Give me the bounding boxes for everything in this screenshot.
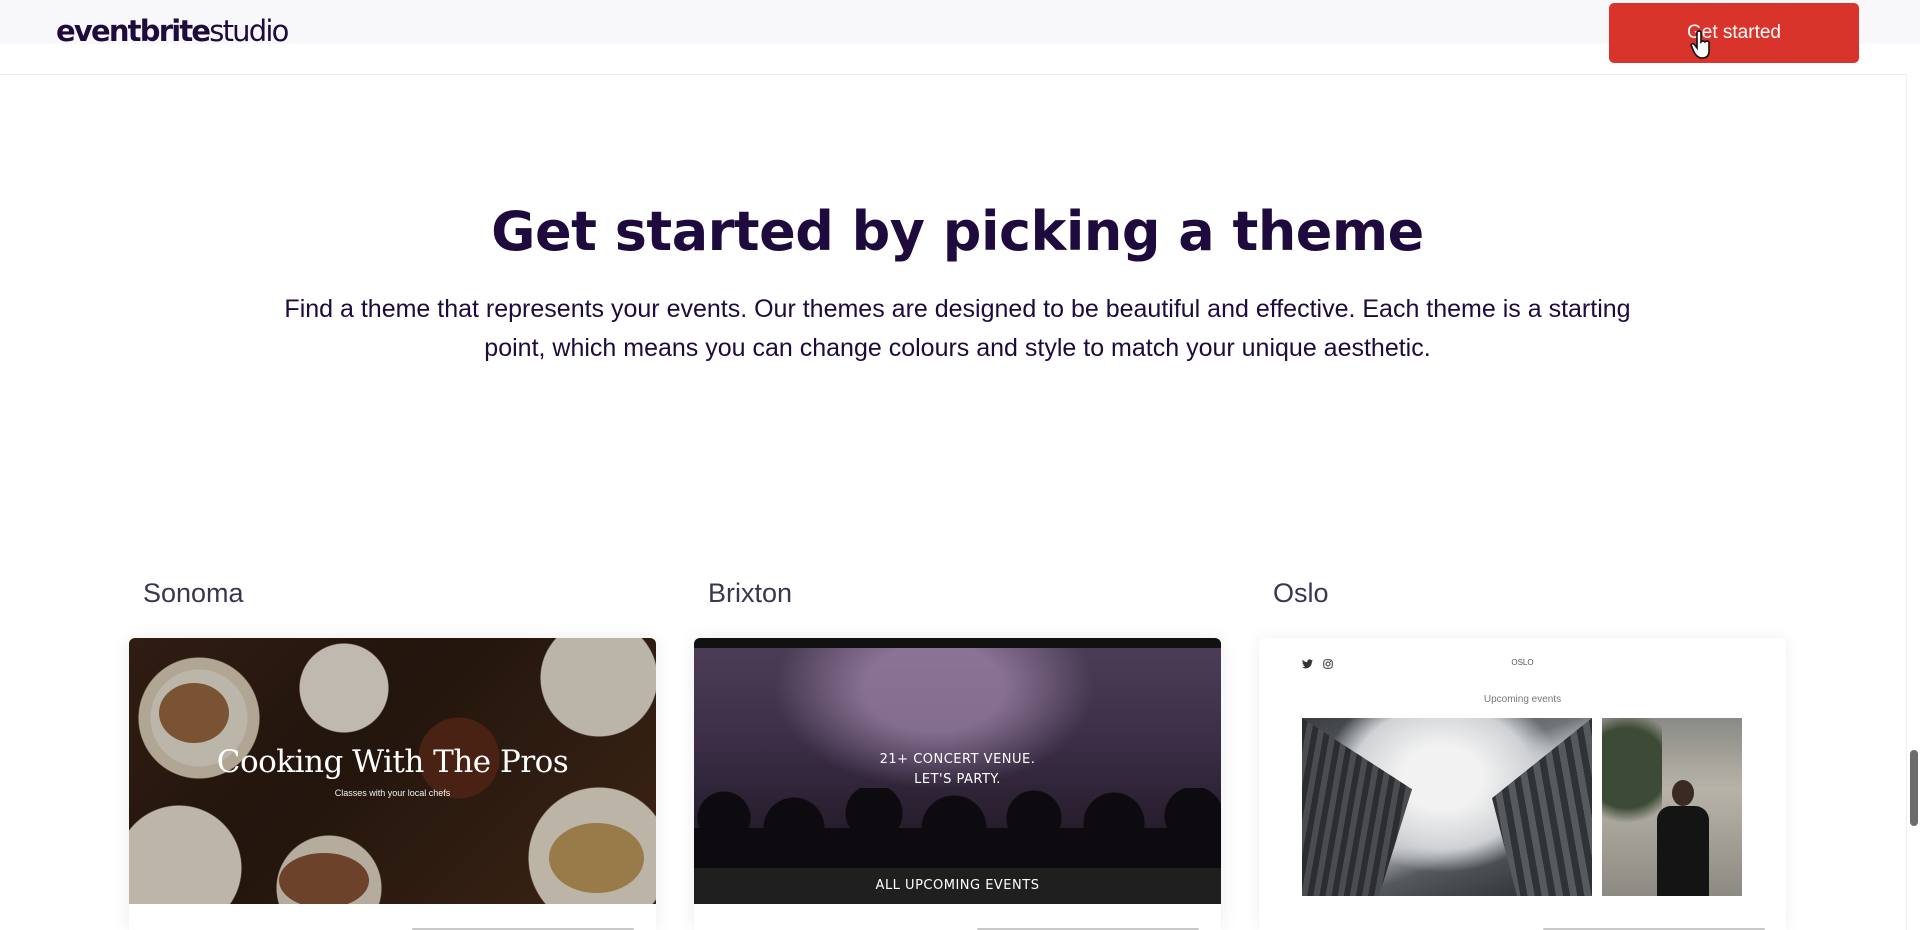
site-header: eventbrite studio Get started xyxy=(0,0,1920,75)
plant-shape xyxy=(1602,718,1662,838)
skyscrapers-photo xyxy=(1302,718,1592,896)
brixton-preview-headline: 21+ CONCERT VENUE. LET'S PARTY. xyxy=(694,750,1221,790)
preview-top-bar xyxy=(694,638,1221,648)
sonoma-preview-image: Cooking With The Pros Classes with your … xyxy=(129,638,656,904)
building-facade xyxy=(1302,718,1412,896)
theme-name-oslo: Oslo xyxy=(1273,578,1329,608)
theme-name-sonoma: Sonoma xyxy=(143,578,244,608)
building-facade xyxy=(1492,718,1592,896)
brixton-preview-image: 21+ CONCERT VENUE. LET'S PARTY. ALL UPCO… xyxy=(694,638,1221,904)
logo-product-text: studio xyxy=(209,14,289,48)
hand-pointer-icon xyxy=(1690,30,1710,59)
page-scrollbar-thumb[interactable] xyxy=(1910,750,1918,826)
brixton-headline-line2: LET'S PARTY. xyxy=(914,772,1001,787)
theme-card-sonoma[interactable]: Cooking With The Pros Classes with your … xyxy=(129,638,656,930)
crowd-silhouette xyxy=(694,788,1221,868)
sonoma-preview-title: Cooking With The Pros xyxy=(216,744,569,780)
logo-brand-text: eventbrite xyxy=(56,14,211,48)
person-head xyxy=(1672,780,1694,806)
sonoma-preview-subtitle: Classes with your local chefs xyxy=(334,788,451,798)
person-portrait-photo xyxy=(1602,718,1742,896)
theme-card-brixton[interactable]: 21+ CONCERT VENUE. LET'S PARTY. ALL UPCO… xyxy=(694,638,1221,930)
page-description: Find a theme that represents your events… xyxy=(284,295,1631,362)
oslo-preview-image: OSLO Upcoming events xyxy=(1259,638,1786,904)
theme-card-oslo[interactable]: OSLO Upcoming events xyxy=(1259,638,1786,930)
person-body xyxy=(1657,806,1709,896)
theme-name-brixton: Brixton xyxy=(708,578,793,608)
eventbrite-studio-logo[interactable]: eventbrite studio xyxy=(56,14,289,54)
page-title: Get started by picking a theme xyxy=(491,200,1424,263)
oslo-preview-brand: OSLO xyxy=(1511,658,1534,667)
oslo-preview-subheading: Upcoming events xyxy=(1483,694,1562,705)
brixton-headline-line1: 21+ CONCERT VENUE. xyxy=(879,752,1036,767)
brixton-preview-band-text: ALL UPCOMING EVENTS xyxy=(875,878,1040,893)
get-started-button[interactable]: Get started xyxy=(1609,3,1859,63)
